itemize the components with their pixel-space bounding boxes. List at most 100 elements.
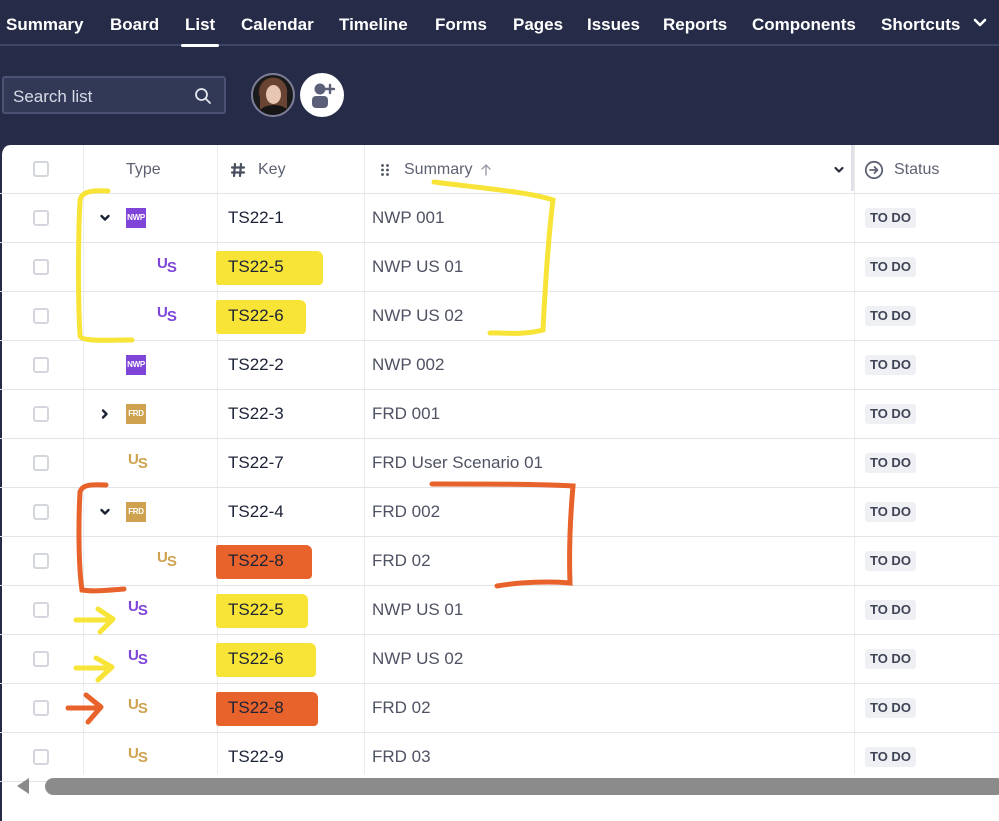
scrollbar-thumb[interactable] (45, 778, 999, 795)
column-header-type[interactable]: Type (126, 145, 161, 194)
search-icon[interactable] (194, 87, 212, 105)
add-people-button[interactable] (300, 73, 344, 117)
row-checkbox[interactable] (33, 553, 49, 569)
issue-summary[interactable]: NWP US 02 (372, 649, 463, 669)
frd-issue-type-icon: FRD (126, 502, 146, 522)
search-input[interactable]: Search list (2, 76, 226, 114)
status-badge[interactable]: TO DO (865, 698, 916, 718)
table-row[interactable]: US TS22-6 NWP US 02 TO DO (0, 635, 999, 684)
issue-key-link[interactable]: TS22-1 (228, 208, 284, 228)
select-all-checkbox[interactable] (33, 161, 49, 177)
row-checkbox[interactable] (33, 406, 49, 422)
scroll-left-arrow-icon[interactable] (17, 778, 29, 794)
issue-summary[interactable]: NWP US 01 (372, 600, 463, 620)
table-row[interactable]: FRD TS22-4 FRD 002 TO DO (0, 488, 999, 537)
column-header-key[interactable]: Key (230, 145, 286, 194)
tab-shortcuts[interactable]: Shortcuts (881, 15, 960, 35)
table-row[interactable]: NWP TS22-2 NWP 002 TO DO (0, 341, 999, 390)
issue-key-link[interactable]: TS22-2 (228, 355, 284, 375)
row-checkbox[interactable] (33, 504, 49, 520)
status-badge[interactable]: TO DO (865, 649, 916, 669)
status-badge[interactable]: TO DO (865, 502, 916, 522)
user-story-issue-type-icon: US (128, 647, 148, 668)
tab-reports[interactable]: Reports (663, 15, 727, 35)
row-checkbox[interactable] (33, 651, 49, 667)
row-checkbox[interactable] (33, 357, 49, 373)
issue-key-link[interactable]: TS22-8 (228, 551, 284, 571)
tab-forms[interactable]: Forms (435, 15, 487, 35)
tab-issues[interactable]: Issues (587, 15, 640, 35)
issue-summary[interactable]: FRD 002 (372, 502, 440, 522)
row-checkbox[interactable] (33, 308, 49, 324)
row-checkbox[interactable] (33, 259, 49, 275)
chevron-right-icon[interactable] (99, 408, 111, 420)
issue-key-link[interactable]: TS22-9 (228, 747, 284, 767)
column-header-summary[interactable]: Summary (380, 145, 850, 194)
row-checkbox[interactable] (33, 700, 49, 716)
table-row[interactable]: US TS22-5 NWP US 01 TO DO (0, 586, 999, 635)
issue-summary[interactable]: NWP US 02 (372, 306, 463, 326)
status-badge[interactable]: TO DO (865, 208, 916, 228)
chevron-down-icon[interactable] (833, 164, 845, 176)
status-badge[interactable]: TO DO (865, 257, 916, 277)
issue-key-link[interactable]: TS22-3 (228, 404, 284, 424)
column-label: Status (894, 160, 940, 178)
drag-handle-icon[interactable] (380, 163, 390, 177)
status-badge[interactable]: TO DO (865, 600, 916, 620)
status-badge[interactable]: TO DO (865, 453, 916, 473)
nwp-issue-type-icon: NWP (126, 208, 146, 228)
table-header: Type Key Summary Status (0, 145, 999, 194)
table-row[interactable]: US TS22-8 FRD 02 TO DO (0, 537, 999, 586)
status-badge[interactable]: TO DO (865, 355, 916, 375)
nwp-issue-type-icon: NWP (126, 355, 146, 375)
user-avatar[interactable] (251, 73, 295, 117)
add-person-icon (312, 83, 336, 108)
tab-calendar[interactable]: Calendar (241, 15, 314, 35)
issue-key-link[interactable]: TS22-5 (228, 600, 284, 620)
row-checkbox[interactable] (33, 602, 49, 618)
row-checkbox[interactable] (33, 210, 49, 226)
status-badge[interactable]: TO DO (865, 404, 916, 424)
arrow-right-circle-icon (864, 160, 884, 179)
status-badge[interactable]: TO DO (865, 306, 916, 326)
table-row[interactable]: NWP TS22-1 NWP 001 TO DO (0, 194, 999, 243)
column-label: Key (258, 160, 286, 178)
issue-key-link[interactable]: TS22-8 (228, 698, 284, 718)
issue-key-link[interactable]: TS22-7 (228, 453, 284, 473)
chevron-down-icon[interactable] (972, 14, 988, 32)
table-row[interactable]: US TS22-8 FRD 02 TO DO (0, 684, 999, 733)
chevron-down-icon[interactable] (99, 506, 111, 518)
status-badge[interactable]: TO DO (865, 551, 916, 571)
row-checkbox[interactable] (33, 749, 49, 765)
issue-summary[interactable]: FRD 02 (372, 551, 431, 571)
issue-summary[interactable]: FRD 03 (372, 747, 431, 767)
column-header-status[interactable]: Status (864, 145, 939, 194)
horizontal-scrollbar[interactable] (0, 774, 999, 796)
search-placeholder: Search list (13, 87, 93, 106)
issue-key-link[interactable]: TS22-4 (228, 502, 284, 522)
issue-key-link[interactable]: TS22-5 (228, 257, 284, 277)
issue-summary[interactable]: FRD 001 (372, 404, 440, 424)
tab-timeline[interactable]: Timeline (339, 15, 408, 35)
issue-summary[interactable]: NWP 002 (372, 355, 444, 375)
issue-key-link[interactable]: TS22-6 (228, 306, 284, 326)
issue-summary[interactable]: NWP 001 (372, 208, 444, 228)
table-row[interactable]: FRD TS22-3 FRD 001 TO DO (0, 390, 999, 439)
tab-components[interactable]: Components (752, 15, 856, 35)
tab-list[interactable]: List (180, 15, 220, 47)
table-row[interactable]: US TS22-7 FRD User Scenario 01 TO DO (0, 439, 999, 488)
issue-summary[interactable]: FRD 02 (372, 698, 431, 718)
tab-board[interactable]: Board (110, 15, 159, 35)
top-header: Summary Board List Calendar Timeline For… (0, 0, 999, 160)
table-row[interactable]: US TS22-5 NWP US 01 TO DO (0, 243, 999, 292)
issue-summary[interactable]: FRD User Scenario 01 (372, 453, 543, 473)
table-row[interactable]: US TS22-6 NWP US 02 TO DO (0, 292, 999, 341)
status-badge[interactable]: TO DO (865, 747, 916, 767)
row-checkbox[interactable] (33, 455, 49, 471)
tab-pages[interactable]: Pages (513, 15, 563, 35)
tab-summary[interactable]: Summary (6, 15, 83, 35)
arrow-up-icon[interactable] (480, 163, 492, 177)
issue-summary[interactable]: NWP US 01 (372, 257, 463, 277)
issue-key-link[interactable]: TS22-6 (228, 649, 284, 669)
chevron-down-icon[interactable] (99, 212, 111, 224)
